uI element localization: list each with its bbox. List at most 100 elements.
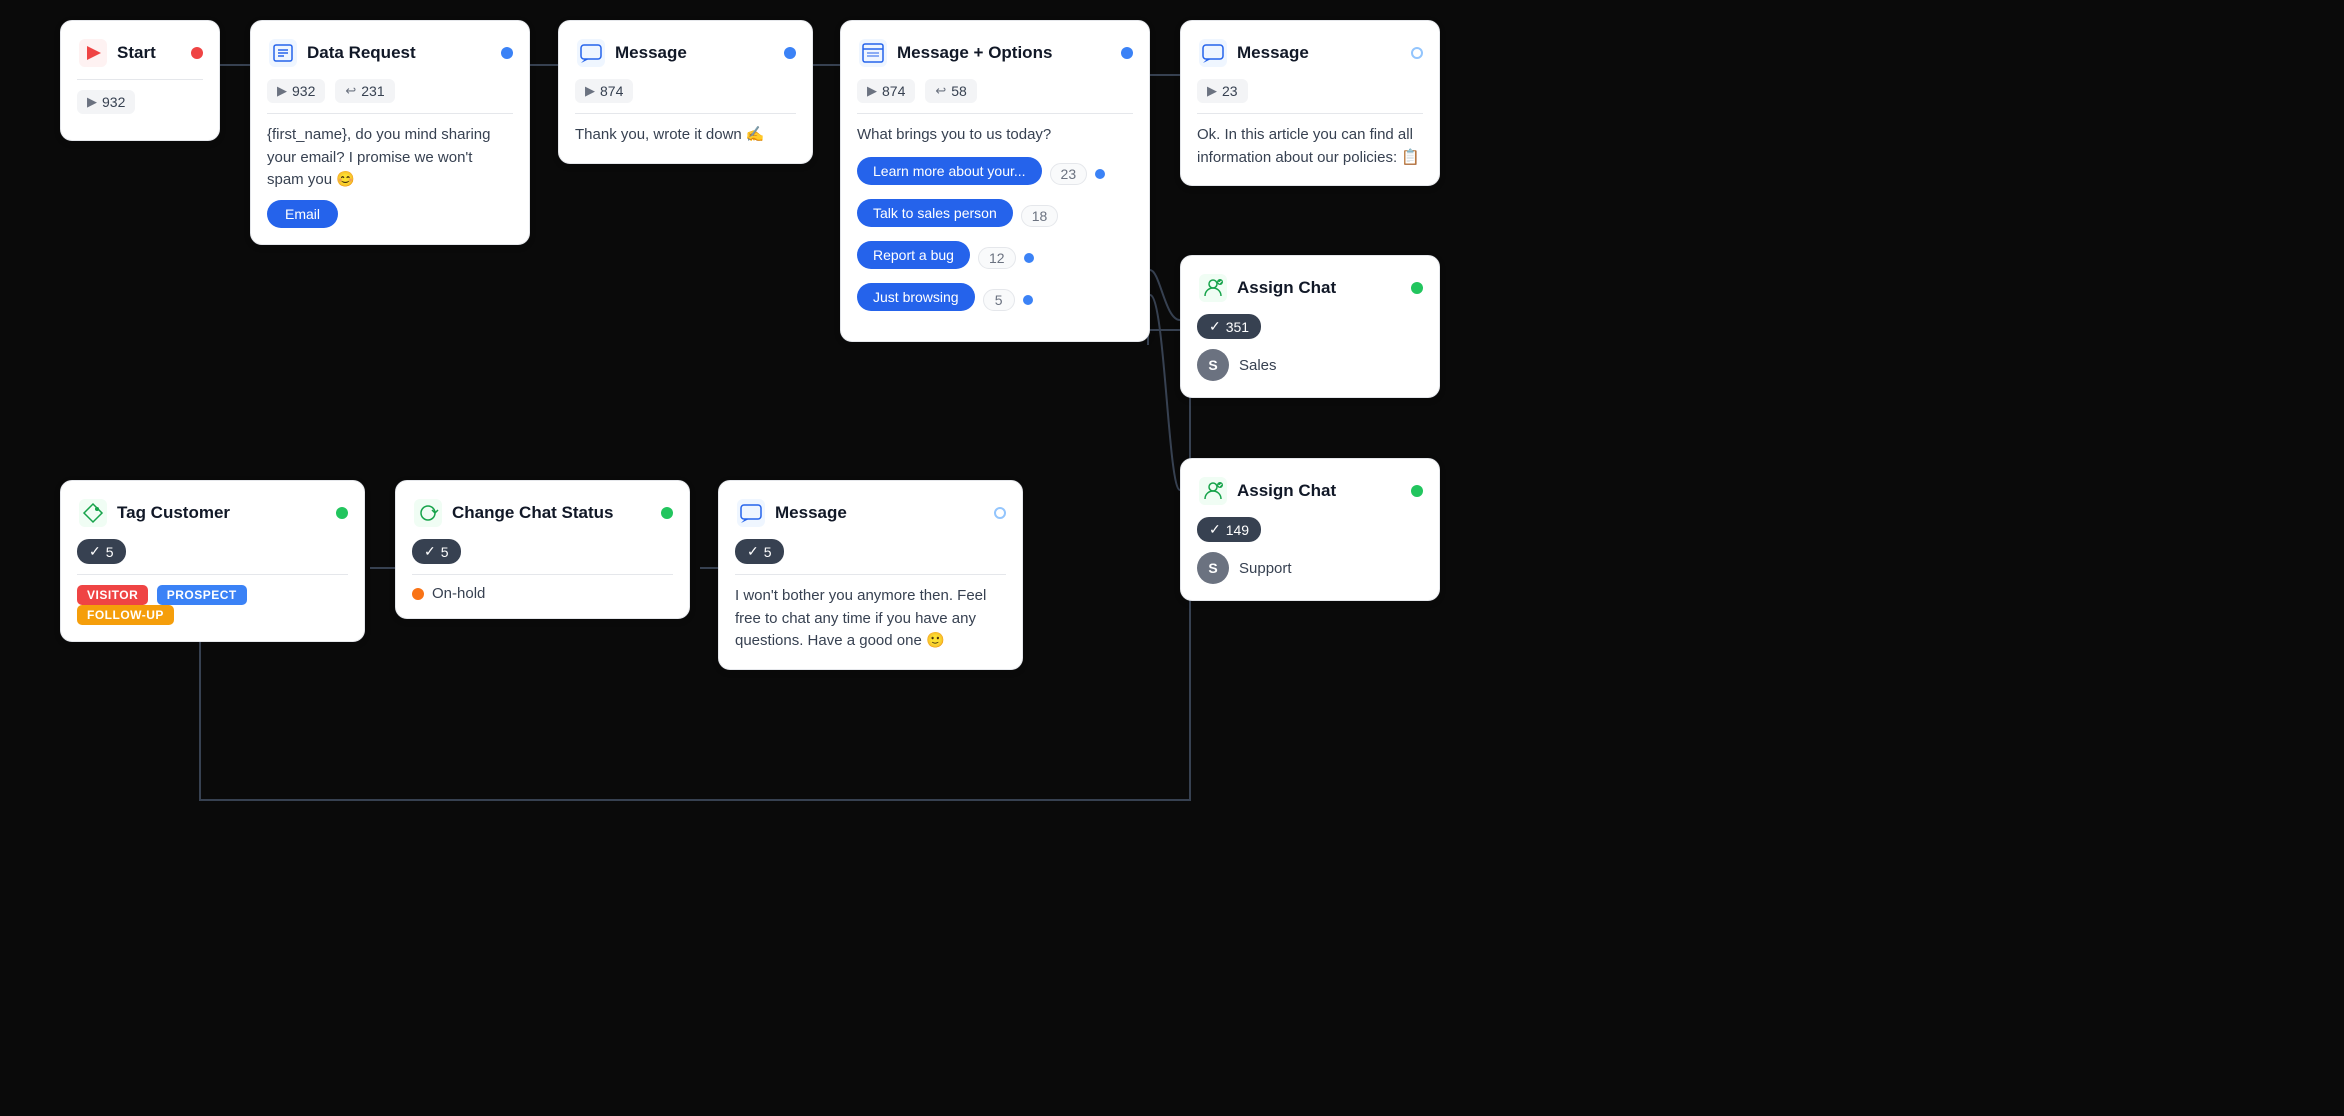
option-count-1: 23 [1050,163,1088,185]
dr-stat-reply: ↩ 231 [335,79,394,103]
dr-stat-sent: ▶ 932 [267,79,325,103]
mopts-reply-icon: ↩ [935,83,946,99]
start-title: Start [117,43,183,63]
ccs-header: Change Chat Status [412,497,673,529]
message1-stats: ▶ 874 [575,79,796,103]
message3-dot [994,507,1006,519]
tag-customer-node: Tag Customer ✓ 5 VISITOR PROSPECT FOLLOW… [60,480,365,642]
start-stat-sent: ▶ 932 [77,90,135,114]
message2-header: Message [1197,37,1423,69]
option-row-2: Talk to sales person 18 [857,199,1133,233]
option-btn-1[interactable]: Learn more about your... [857,157,1042,185]
message3-header: Message [735,497,1006,529]
message1-header: Message [575,37,796,69]
canvas: Start ▶ 932 Data Request [0,0,2344,1116]
assign2-header: Assign Chat [1197,475,1423,507]
assign1-name: Sales [1239,357,1277,374]
ccs-stat-value: 5 [441,544,449,560]
assign1-checkmark-badge: ✓ 351 [1197,314,1261,339]
message-options-node: Message + Options ▶ 874 ↩ 58 What brings… [840,20,1150,342]
data-request-title: Data Request [307,43,493,63]
tag-prospect: PROSPECT [157,585,247,605]
dr-sent-icon: ▶ [277,83,287,99]
start-divider [77,79,203,80]
message2-icon [1197,37,1229,69]
option-btn-3[interactable]: Report a bug [857,241,970,269]
msg1-stat: ▶ 874 [575,79,633,103]
data-request-icon [267,37,299,69]
mopts-stat-sent: ▶ 874 [857,79,915,103]
option-btn-2[interactable]: Talk to sales person [857,199,1013,227]
message1-title: Message [615,43,776,63]
msg3-stat-value: 5 [764,544,772,560]
change-chat-status-node: Change Chat Status ✓ 5 On-hold [395,480,690,619]
tag-stats: ✓ 5 [77,539,348,564]
tag-header: Tag Customer [77,497,348,529]
mopts-icon [857,37,889,69]
dr-divider [267,113,513,114]
message3-node: Message ✓ 5 I won't bother you anymore t… [718,480,1023,670]
mopts-body: What brings you to us today? [857,124,1133,147]
mopts-stats: ▶ 874 ↩ 58 [857,79,1133,103]
msg2-stat: ▶ 23 [1197,79,1248,103]
ccs-icon [412,497,444,529]
tag-badges: VISITOR PROSPECT FOLLOW-UP [77,585,348,625]
onhold-dot [412,588,424,600]
mopts-sent-value: 874 [882,83,905,99]
msg2-sent-value: 23 [1222,83,1238,99]
tag-dot [336,507,348,519]
assign1-dot [1411,282,1423,294]
tag-checkmark-badge: ✓ 5 [77,539,126,564]
option-row-4: Just browsing 5 [857,283,1133,317]
dr-email-btn[interactable]: Email [267,200,338,228]
msg1-sent-value: 874 [600,83,623,99]
ccs-status-text: On-hold [432,585,485,602]
message1-dot [784,47,796,59]
ccs-checkmark-badge: ✓ 5 [412,539,461,564]
assign2-row: S Support [1197,552,1423,584]
mopts-header: Message + Options [857,37,1133,69]
start-dot [191,47,203,59]
option-count-4: 5 [983,289,1015,311]
data-request-dot [501,47,513,59]
data-request-header: Data Request [267,37,513,69]
msg2-body: Ok. In this article you can find all inf… [1197,124,1423,169]
assign1-stats: ✓ 351 [1197,314,1423,339]
option-row-3: Report a bug 12 [857,241,1133,275]
mopts-dot [1121,47,1133,59]
start-stats: ▶ 932 [77,90,203,114]
assign2-stat-value: 149 [1226,522,1249,538]
message1-icon [575,37,607,69]
assign2-icon [1197,475,1229,507]
option-count-3: 12 [978,247,1016,269]
msg3-body: I won't bother you anymore then. Feel fr… [735,585,1006,653]
data-request-node: Data Request ▶ 932 ↩ 231 {first_name}, d… [250,20,530,245]
assign2-avatar: S [1197,552,1229,584]
opt4-connector-dot [1023,295,1033,305]
assign1-header: Assign Chat [1197,272,1423,304]
message2-title: Message [1237,43,1403,63]
assign1-avatar: S [1197,349,1229,381]
option-count-2: 18 [1021,205,1059,227]
ccs-dot [661,507,673,519]
msg3-checkmark-badge: ✓ 5 [735,539,784,564]
ccs-stats: ✓ 5 [412,539,673,564]
dr-reply-icon: ↩ [345,83,356,99]
assign-chat2-node: Assign Chat ✓ 149 S Support [1180,458,1440,601]
msg3-divider [735,574,1006,575]
assign1-row: S Sales [1197,349,1423,381]
tag-divider [77,574,348,575]
message2-dot [1411,47,1423,59]
msg2-divider [1197,113,1423,114]
ccs-divider [412,574,673,575]
msg2-sent-icon: ▶ [1207,83,1217,99]
message3-title: Message [775,503,986,523]
msg1-divider [575,113,796,114]
assign1-icon [1197,272,1229,304]
message3-stats: ✓ 5 [735,539,1006,564]
option-btn-4[interactable]: Just browsing [857,283,975,311]
tag-visitor: VISITOR [77,585,148,605]
opt3-connector-dot [1024,253,1034,263]
assign2-name: Support [1239,560,1292,577]
message2-node: Message ▶ 23 Ok. In this article you can… [1180,20,1440,186]
